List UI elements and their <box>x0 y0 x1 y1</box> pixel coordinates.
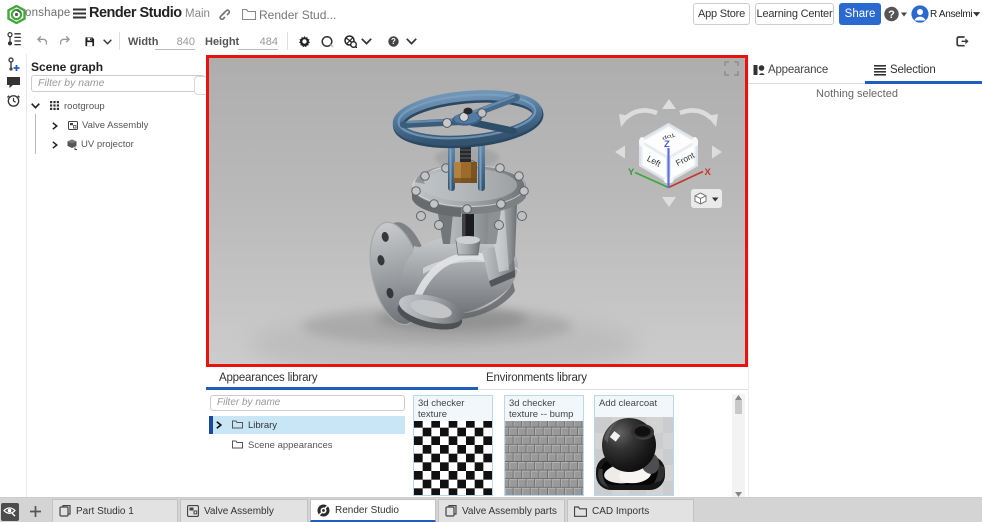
svg-text:?: ? <box>391 37 396 46</box>
svg-text:?: ? <box>888 9 895 21</box>
svg-text:X: X <box>705 167 712 178</box>
svg-text:Z: Z <box>664 139 670 150</box>
svg-text:Y: Y <box>628 167 635 178</box>
